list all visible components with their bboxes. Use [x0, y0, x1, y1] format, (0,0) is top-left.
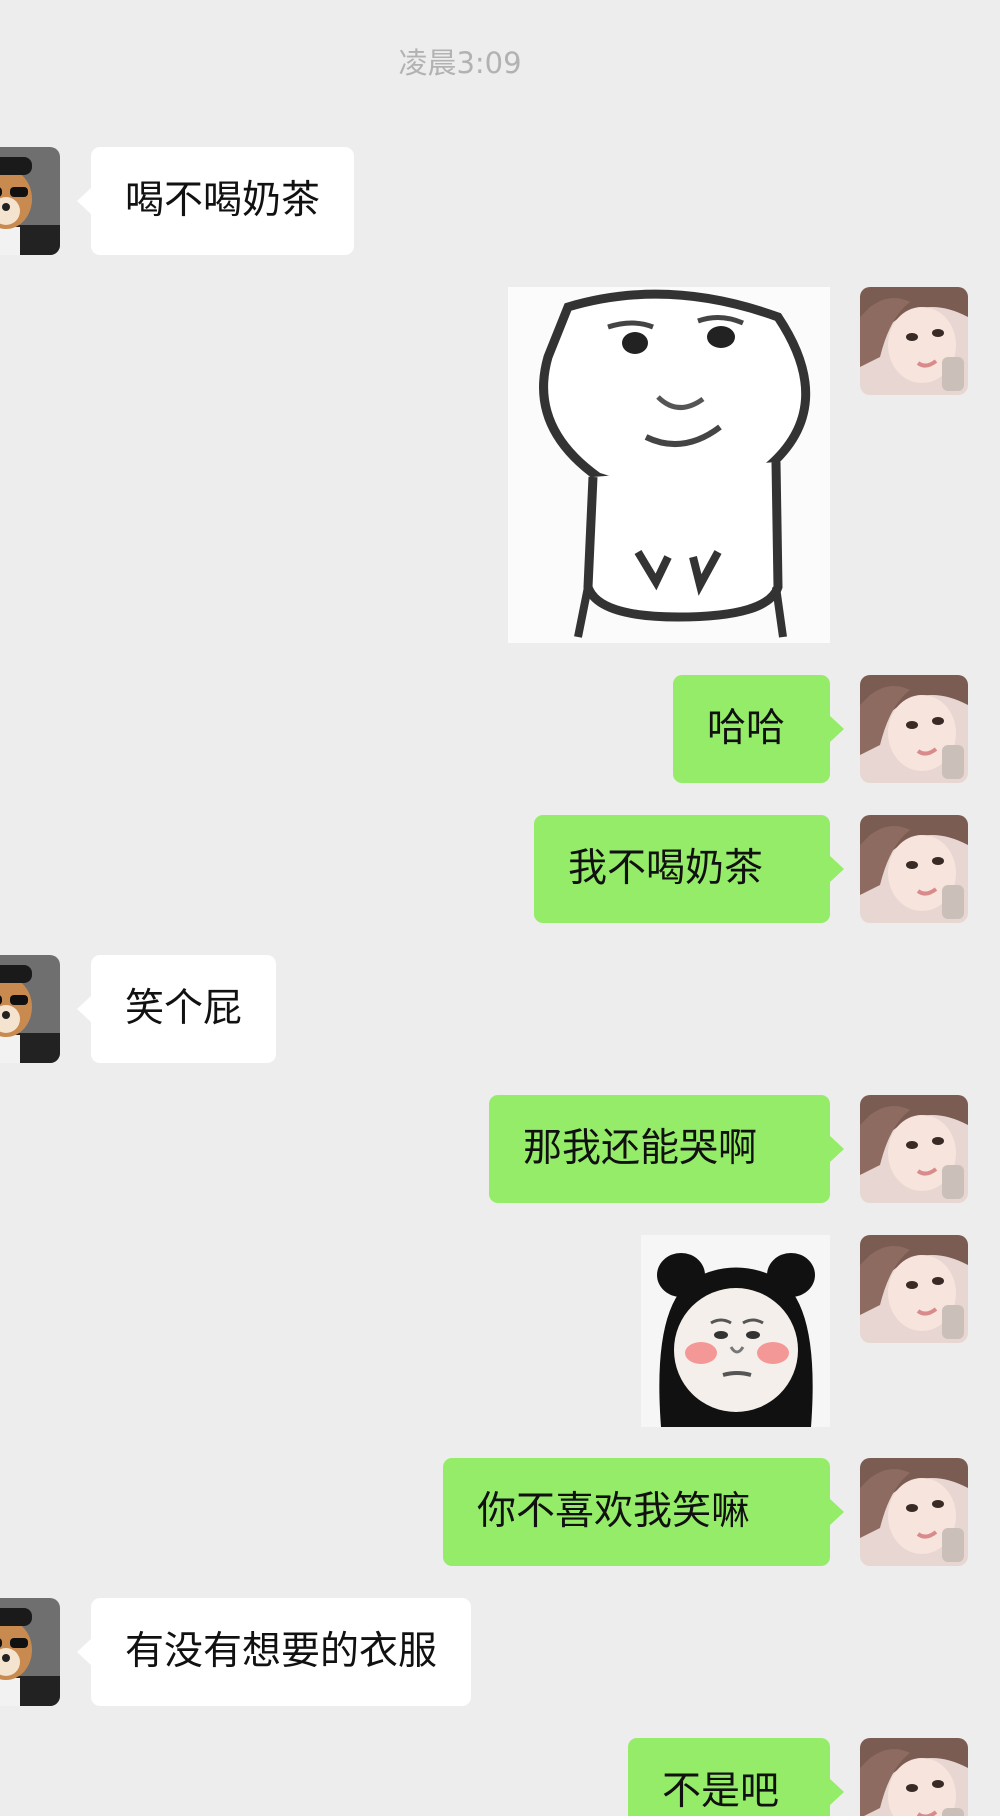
message-row: 有没有想要的衣服	[0, 1598, 1000, 1706]
chat-timestamp: 凌晨3:09	[398, 46, 522, 80]
girl-avatar-icon	[860, 1458, 968, 1566]
message-row: 不是吧	[0, 1738, 1000, 1816]
dog-avatar-icon	[0, 147, 60, 255]
avatar[interactable]	[0, 955, 60, 1063]
avatar[interactable]	[860, 287, 968, 395]
avatar[interactable]	[860, 1738, 968, 1816]
panda-blush-sticker[interactable]	[641, 1235, 830, 1427]
message-bubble[interactable]: 笑个屁	[76, 955, 277, 1063]
message-bubble[interactable]: 喝不喝奶茶	[76, 147, 355, 255]
girl-avatar-icon	[860, 675, 968, 783]
avatar[interactable]	[860, 1235, 968, 1343]
avatar[interactable]	[0, 147, 60, 255]
message-row: 笑个屁	[0, 955, 1000, 1063]
message-row: 我不喝奶茶	[0, 815, 1000, 923]
message-bubble[interactable]: 我不喝奶茶	[534, 815, 844, 923]
drawn-face-icon	[508, 287, 830, 643]
avatar[interactable]	[860, 675, 968, 783]
avatar[interactable]	[860, 1458, 968, 1566]
message-bubble[interactable]: 那我还能哭啊	[489, 1095, 844, 1203]
avatar[interactable]	[860, 1095, 968, 1203]
message-row: 你不喜欢我笑嘛	[0, 1458, 1000, 1566]
message-row	[0, 287, 1000, 643]
girl-avatar-icon	[860, 815, 968, 923]
message-bubble[interactable]: 你不喜欢我笑嘛	[443, 1458, 844, 1566]
dog-avatar-icon	[0, 955, 60, 1063]
message-bubble[interactable]: 哈哈	[673, 675, 844, 783]
girl-avatar-icon	[860, 287, 968, 395]
avatar[interactable]	[0, 1598, 60, 1706]
girl-avatar-icon	[860, 1738, 968, 1816]
panda-face-icon	[641, 1235, 830, 1427]
message-bubble[interactable]: 不是吧	[628, 1738, 844, 1816]
girl-avatar-icon	[860, 1235, 968, 1343]
dog-avatar-icon	[0, 1598, 60, 1706]
message-row: 哈哈	[0, 675, 1000, 783]
message-row: 那我还能哭啊	[0, 1095, 1000, 1203]
avatar[interactable]	[860, 815, 968, 923]
drawn-face-sticker[interactable]	[508, 287, 830, 643]
message-row: 喝不喝奶茶	[0, 147, 1000, 255]
message-row	[0, 1235, 1000, 1427]
message-bubble[interactable]: 有没有想要的衣服	[76, 1598, 472, 1706]
girl-avatar-icon	[860, 1095, 968, 1203]
